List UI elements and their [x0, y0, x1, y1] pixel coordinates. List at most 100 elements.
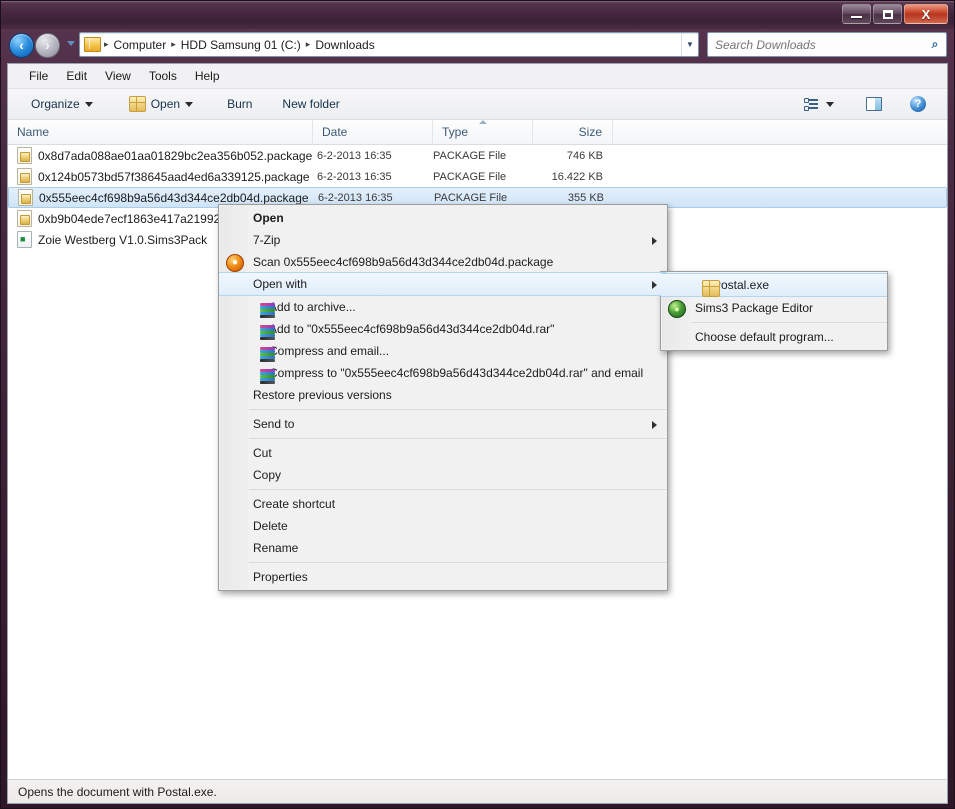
context-item-label: Compress to "0x555eec4cf698b9a56d43d344c…	[269, 366, 644, 380]
chevron-down-icon	[185, 101, 194, 107]
change-view-button[interactable]	[795, 94, 843, 115]
menu-edit[interactable]: Edit	[57, 66, 96, 86]
table-row[interactable]: 0x8d7ada088ae01aa01829bc2ea356b052.packa…	[8, 145, 947, 166]
context-menu-separator	[249, 562, 667, 563]
file-date-cell: 6-2-2013 16:35	[317, 149, 392, 162]
breadcrumb-computer[interactable]: Computer	[112, 38, 169, 52]
close-icon: X	[921, 6, 931, 22]
search-box[interactable]: ⌕	[707, 32, 947, 57]
scan-icon: ●	[226, 254, 244, 272]
chevron-down-icon	[826, 101, 834, 107]
submenu-separator	[691, 322, 887, 323]
file-type-cell: PACKAGE File	[434, 191, 508, 204]
context-menu-item-scan[interactable]: ● Scan 0x555eec4cf698b9a56d43d344ce2db04…	[219, 251, 667, 273]
organize-label: Organize	[31, 97, 80, 111]
back-button[interactable]: ‹	[9, 32, 34, 58]
context-menu-item-send-to[interactable]: Send to	[219, 413, 667, 435]
context-item-label: Rename	[253, 541, 299, 555]
context-menu-item-7zip[interactable]: 7-Zip	[219, 229, 667, 251]
organize-button[interactable]: Organize	[22, 93, 102, 115]
menu-file[interactable]: File	[20, 66, 57, 86]
context-menu-item-add-to-archive[interactable]: Add to archive...	[219, 296, 667, 318]
context-item-label: Compress and email...	[269, 344, 390, 358]
search-input[interactable]	[708, 33, 924, 56]
submenu-item-postal-exe[interactable]: Postal.exe	[661, 273, 887, 297]
chevron-down-icon	[84, 101, 93, 107]
context-item-label: Cut	[253, 446, 272, 460]
column-header-size[interactable]: Size	[533, 120, 613, 144]
column-header-name[interactable]: Name	[8, 120, 313, 144]
forward-button[interactable]: ›	[35, 32, 60, 58]
submenu-item-label: Sims3 Package Editor	[695, 301, 814, 315]
submenu-item-label: Choose default program...	[695, 330, 834, 344]
table-row[interactable]: 0x124b0573bd57f38645aad4ed6a339125.packa…	[8, 166, 947, 187]
preview-pane-button[interactable]	[857, 93, 891, 115]
context-menu-item-delete[interactable]: Delete	[219, 515, 667, 537]
file-size-cell: 746 KB	[566, 149, 603, 162]
context-menu-item-properties[interactable]: Properties	[219, 566, 667, 588]
column-header-type[interactable]: Type	[433, 120, 533, 144]
minimize-button[interactable]	[842, 4, 871, 24]
address-bar[interactable]: ▸ Computer ▸ HDD Samsung 01 (C:) ▸ Downl…	[79, 32, 699, 57]
open-with-submenu: Postal.exe ● Sims3 Package Editor Choose…	[660, 271, 888, 351]
new-folder-button[interactable]: New folder	[273, 93, 348, 115]
submenu-item-choose-default-program[interactable]: Choose default program...	[661, 326, 887, 348]
column-header-row: Name Date Type Size	[8, 120, 947, 145]
minimize-icon	[851, 16, 862, 18]
context-menu-item-add-to-rar[interactable]: Add to "0x555eec4cf698b9a56d43d344ce2db0…	[219, 318, 667, 340]
package-file-icon	[17, 168, 32, 185]
package-file-icon	[18, 189, 33, 206]
back-forward-group: ‹ ›	[9, 32, 69, 58]
context-menu-item-rename[interactable]: Rename	[219, 537, 667, 559]
context-menu-separator	[249, 489, 667, 490]
context-menu-item-create-shortcut[interactable]: Create shortcut	[219, 493, 667, 515]
context-menu-item-compress-to-rar-and-email[interactable]: Compress to "0x555eec4cf698b9a56d43d344c…	[219, 362, 667, 384]
file-name-text: 0xb9b04ede7ecf1863e417a219922	[38, 211, 227, 226]
package-file-icon	[17, 210, 32, 227]
sims3pack-file-icon: ■	[17, 231, 32, 248]
context-item-label: Send to	[253, 417, 295, 431]
column-label-type: Type	[442, 125, 469, 139]
menu-help[interactable]: Help	[186, 66, 229, 86]
file-size-cell: 355 KB	[567, 191, 604, 204]
view-list-icon	[804, 97, 819, 111]
status-bar: Opens the document with Postal.exe.	[7, 779, 948, 804]
search-icon[interactable]: ⌕	[924, 37, 946, 52]
context-item-label: Delete	[253, 519, 288, 533]
file-type-cell: PACKAGE File	[433, 149, 507, 162]
open-button[interactable]: Open	[120, 92, 202, 116]
context-item-label: Add to archive...	[269, 300, 356, 314]
context-item-label: Create shortcut	[253, 497, 336, 511]
context-menu-item-compress-and-email[interactable]: Compress and email...	[219, 340, 667, 362]
context-item-label: Scan 0x555eec4cf698b9a56d43d344ce2db04d.…	[253, 255, 554, 269]
context-menu-item-copy[interactable]: Copy	[219, 464, 667, 486]
maximize-button[interactable]	[873, 4, 902, 24]
context-menu-item-open-with[interactable]: Open with	[219, 272, 667, 296]
menu-view[interactable]: View	[96, 66, 140, 86]
context-menu-item-open[interactable]: Open	[219, 207, 667, 229]
status-text: Opens the document with Postal.exe.	[18, 784, 217, 799]
toolbar-right-group: ?	[795, 92, 947, 116]
column-label-date: Date	[322, 125, 348, 139]
burn-label: Burn	[227, 97, 253, 111]
submenu-item-label: Postal.exe	[713, 278, 770, 292]
recent-locations-dropdown[interactable]	[67, 41, 75, 46]
context-item-label: Open with	[253, 277, 308, 291]
context-menu-item-cut[interactable]: Cut	[219, 442, 667, 464]
column-header-date[interactable]: Date	[313, 120, 433, 144]
file-name-text: 0x555eec4cf698b9a56d43d344ce2db04d.packa…	[39, 190, 309, 205]
chevron-down-icon[interactable]: ▼	[681, 33, 698, 56]
burn-button[interactable]: Burn	[218, 93, 261, 115]
submenu-item-sims3-package-editor[interactable]: ● Sims3 Package Editor	[661, 297, 887, 319]
menu-tools[interactable]: Tools	[140, 66, 186, 86]
context-item-label: Open	[253, 211, 284, 225]
close-button[interactable]: X	[904, 4, 948, 24]
package-icon	[128, 96, 146, 112]
breadcrumb-drive[interactable]: HDD Samsung 01 (C:)	[179, 38, 303, 52]
context-menu-item-restore-previous-versions[interactable]: Restore previous versions	[219, 384, 667, 406]
new-folder-label: New folder	[282, 97, 340, 111]
help-button[interactable]: ?	[901, 92, 935, 116]
context-item-label: Properties	[253, 570, 308, 584]
breadcrumb-downloads[interactable]: Downloads	[313, 38, 376, 52]
column-label-size: Size	[578, 125, 602, 139]
